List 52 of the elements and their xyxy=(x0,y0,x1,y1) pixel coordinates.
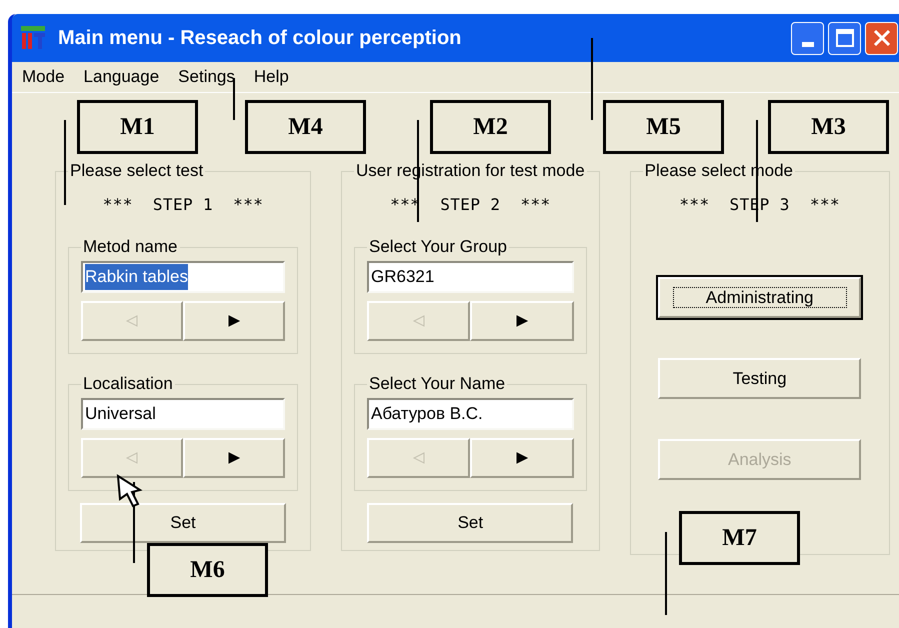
next-button[interactable] xyxy=(470,301,574,341)
group-label: Select Your Group xyxy=(368,237,508,257)
annotation-label: M7 xyxy=(679,511,800,565)
left-triangle-icon xyxy=(412,451,426,465)
next-button[interactable] xyxy=(183,301,285,341)
menu-item[interactable]: Language xyxy=(84,64,160,90)
menu-item[interactable]: Help xyxy=(254,64,289,90)
value-field[interactable]: GR6321 xyxy=(367,261,574,293)
left-triangle-icon xyxy=(125,451,139,465)
right-triangle-icon xyxy=(227,314,241,328)
field-value: Rabkin tables xyxy=(85,264,188,290)
right-triangle-icon xyxy=(514,451,529,465)
annotation-label: M4 xyxy=(245,100,366,154)
window-title: Main menu - Reseach of colour perception xyxy=(58,26,462,51)
left-triangle-icon xyxy=(412,314,426,328)
value-field[interactable]: Rabkin tables xyxy=(81,261,285,293)
pointer-icon xyxy=(116,474,144,508)
value-field[interactable]: Universal xyxy=(81,398,285,430)
group-label: Select Your Name xyxy=(368,374,506,394)
app-icon xyxy=(20,24,46,52)
maximize-icon xyxy=(836,29,854,47)
panel-title: Please select test xyxy=(69,161,204,181)
field-value: Universal xyxy=(85,403,156,426)
group-label: Metod name xyxy=(82,237,178,257)
set-button[interactable]: Set xyxy=(367,503,574,543)
field-value: GR6321 xyxy=(371,266,434,288)
close-button[interactable] xyxy=(865,22,898,54)
value-field[interactable]: Абатуров В.С. xyxy=(367,398,574,430)
annotation-label: M6 xyxy=(147,543,268,597)
menu-item[interactable]: Setings xyxy=(178,64,235,90)
mode-button[interactable]: Testing xyxy=(658,358,862,399)
set-button[interactable]: Set xyxy=(80,503,286,543)
menu-item[interactable]: Mode xyxy=(22,64,65,90)
left-triangle-icon xyxy=(125,314,139,328)
maximize-button[interactable] xyxy=(828,22,861,54)
minimize-button[interactable] xyxy=(791,22,824,54)
step-text: *** STEP 1 *** xyxy=(102,194,264,216)
annotation-label: M1 xyxy=(77,100,198,154)
annotation-label: M3 xyxy=(768,100,889,154)
right-triangle-icon xyxy=(227,451,241,465)
field-value: Абатуров В.С. xyxy=(371,403,483,426)
step-text: *** STEP 2 *** xyxy=(389,194,552,216)
next-button[interactable] xyxy=(470,438,574,478)
annotation-label: M2 xyxy=(430,100,551,154)
mode-button[interactable]: Administrating xyxy=(658,277,862,318)
group-label: Localisation xyxy=(82,374,174,394)
next-button[interactable] xyxy=(183,438,285,478)
minimize-icon xyxy=(802,42,814,46)
annotation-label: M5 xyxy=(603,100,724,154)
close-icon xyxy=(872,29,890,47)
right-triangle-icon xyxy=(514,314,529,328)
leader-line xyxy=(233,78,235,120)
